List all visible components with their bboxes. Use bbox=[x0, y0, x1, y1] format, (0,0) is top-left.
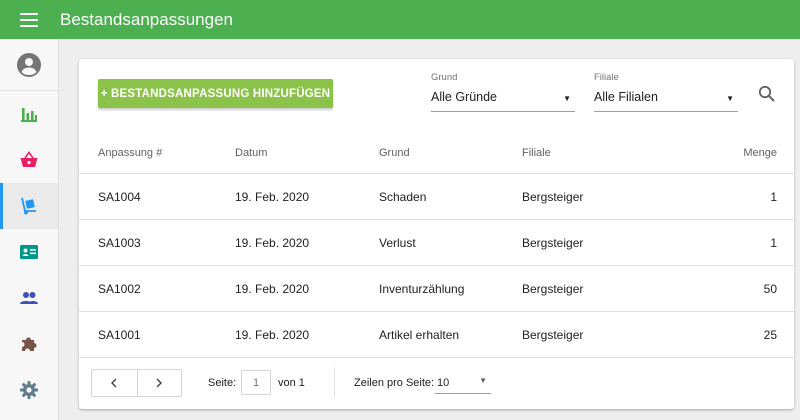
cell-store: Bergsteiger bbox=[522, 190, 584, 204]
menu-button[interactable] bbox=[0, 0, 58, 39]
table-row[interactable]: SA1003 19. Feb. 2020 Verlust Bergsteiger… bbox=[79, 220, 794, 266]
pagination-buttons bbox=[91, 369, 182, 397]
sidebar-item-apps[interactable] bbox=[0, 321, 58, 367]
sidebar-item-sales[interactable] bbox=[0, 137, 58, 183]
page-count: von 1 bbox=[278, 377, 305, 389]
page-label: Seite: bbox=[208, 377, 237, 389]
dropdown-arrow-icon: ▼ bbox=[479, 376, 487, 385]
page-title: Bestandsanpassungen bbox=[60, 9, 233, 29]
filiale-select[interactable]: Filiale Alle Filialen ▼ bbox=[594, 72, 738, 112]
cell-adjustment: SA1003 bbox=[98, 236, 141, 250]
sidebar-item-settings[interactable] bbox=[0, 367, 58, 413]
search-icon bbox=[758, 85, 775, 102]
previous-page-button[interactable] bbox=[92, 370, 137, 396]
account-circle-icon bbox=[17, 52, 41, 77]
table-row[interactable]: SA1004 19. Feb. 2020 Schaden Bergsteiger… bbox=[79, 174, 794, 220]
column-header-date[interactable]: Datum bbox=[235, 147, 267, 159]
sidebar bbox=[0, 39, 59, 420]
page-number-input[interactable]: 1 bbox=[241, 370, 271, 395]
table-header: Anpassung # Datum Grund Filiale Menge bbox=[79, 134, 794, 174]
search-button[interactable] bbox=[757, 84, 777, 104]
rows-per-page-select[interactable]: 10 ▼ bbox=[435, 372, 491, 394]
user-avatar[interactable] bbox=[0, 39, 58, 91]
cell-adjustment: SA1001 bbox=[98, 328, 141, 342]
grund-label: Grund bbox=[431, 72, 458, 83]
add-adjustment-button[interactable]: + BESTANDSANPASSUNG HINZUFÜGEN bbox=[98, 79, 333, 108]
bar-chart-icon bbox=[21, 108, 37, 122]
sidebar-item-inventory[interactable] bbox=[0, 183, 58, 229]
adjustments-card: + BESTANDSANPASSUNG HINZUFÜGEN Grund All… bbox=[79, 59, 794, 409]
cell-date: 19. Feb. 2020 bbox=[235, 282, 310, 296]
rows-per-page-label: Zeilen pro Seite: bbox=[354, 377, 435, 389]
people-icon bbox=[20, 292, 38, 304]
cell-date: 19. Feb. 2020 bbox=[235, 190, 310, 204]
cell-store: Bergsteiger bbox=[522, 282, 584, 296]
grund-select[interactable]: Grund Alle Gründe ▼ bbox=[431, 72, 575, 112]
gear-icon bbox=[20, 381, 38, 399]
cell-reason: Verlust bbox=[379, 236, 416, 250]
cell-reason: Schaden bbox=[379, 190, 427, 204]
sidebar-item-customers[interactable] bbox=[0, 229, 58, 275]
dropdown-arrow-icon: ▼ bbox=[563, 94, 571, 103]
app-bar: Bestandsanpassungen bbox=[0, 0, 800, 39]
cell-date: 19. Feb. 2020 bbox=[235, 328, 310, 342]
column-header-adjustment[interactable]: Anpassung # bbox=[98, 147, 162, 159]
cell-quantity: 1 bbox=[770, 190, 777, 204]
table-row[interactable]: SA1002 19. Feb. 2020 Inventurzählung Ber… bbox=[79, 266, 794, 312]
cell-reason: Inventurzählung bbox=[379, 282, 465, 296]
filiale-value: Alle Filialen bbox=[594, 90, 658, 104]
column-header-reason[interactable]: Grund bbox=[379, 147, 410, 159]
cell-quantity: 50 bbox=[763, 282, 777, 296]
cell-store: Bergsteiger bbox=[522, 328, 584, 342]
sidebar-item-reports[interactable] bbox=[0, 91, 58, 137]
cell-adjustment: SA1002 bbox=[98, 282, 141, 296]
cell-quantity: 25 bbox=[763, 328, 777, 342]
pagination-divider bbox=[334, 367, 335, 397]
hand-truck-icon bbox=[21, 197, 36, 215]
rows-per-page-value: 10 bbox=[437, 377, 450, 389]
filiale-label: Filiale bbox=[594, 72, 619, 83]
contact-card-icon bbox=[20, 245, 38, 259]
cell-adjustment: SA1004 bbox=[98, 190, 141, 204]
grund-value: Alle Gründe bbox=[431, 90, 498, 104]
cell-date: 19. Feb. 2020 bbox=[235, 236, 310, 250]
hamburger-icon bbox=[20, 12, 38, 27]
chevron-left-icon bbox=[111, 378, 117, 388]
chevron-right-icon bbox=[156, 378, 163, 388]
basket-icon bbox=[20, 151, 38, 167]
table-row[interactable]: SA1001 19. Feb. 2020 Artikel erhalten Be… bbox=[79, 312, 794, 358]
cell-reason: Artikel erhalten bbox=[379, 328, 460, 342]
cell-quantity: 1 bbox=[770, 236, 777, 250]
sidebar-item-employees[interactable] bbox=[0, 275, 58, 321]
column-header-quantity[interactable]: Menge bbox=[743, 147, 777, 159]
puzzle-icon bbox=[22, 337, 37, 351]
column-header-store[interactable]: Filiale bbox=[522, 147, 551, 159]
dropdown-arrow-icon: ▼ bbox=[726, 94, 734, 103]
next-page-button[interactable] bbox=[136, 370, 182, 396]
cell-store: Bergsteiger bbox=[522, 236, 584, 250]
